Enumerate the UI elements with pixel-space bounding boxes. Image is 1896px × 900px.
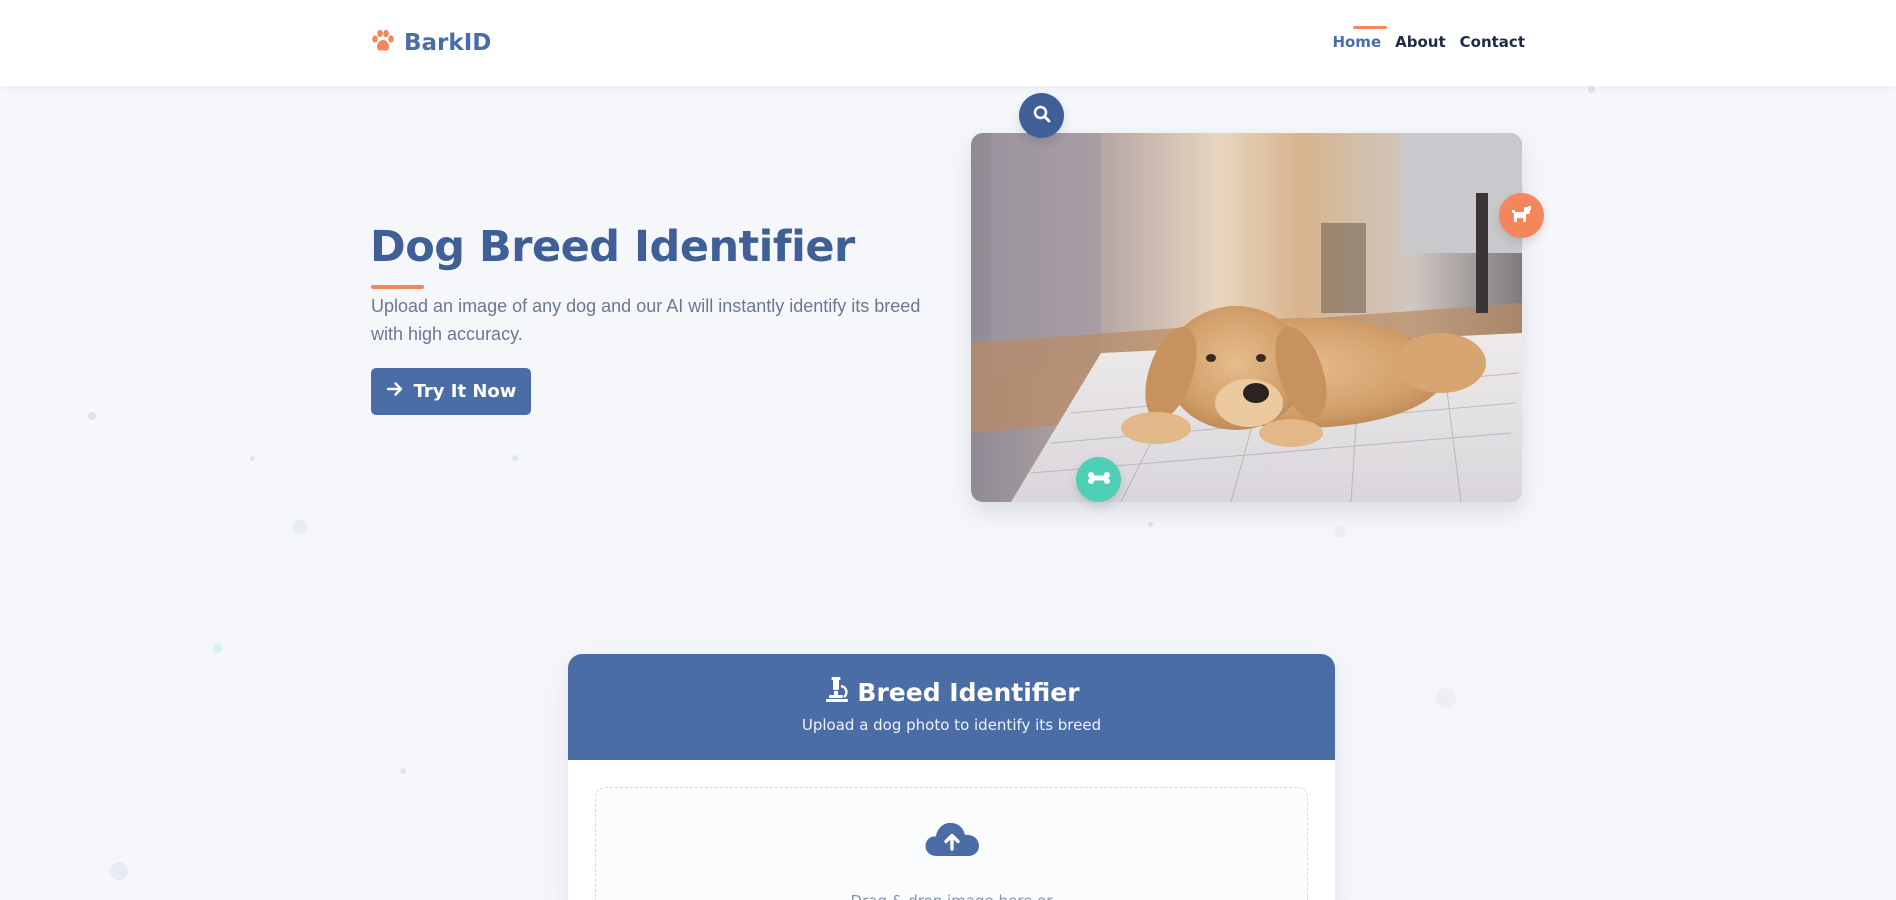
hero-title: Dog Breed Identifier [370, 222, 855, 272]
decorative-dot [1588, 86, 1595, 93]
decorative-dot [1334, 526, 1346, 538]
decorative-dot [88, 412, 96, 420]
nav-home[interactable]: Home [1332, 33, 1381, 51]
arrow-right-icon [386, 381, 404, 402]
breed-identifier-card: Breed Identifier Upload a dog photo to i… [568, 654, 1335, 900]
cloud-upload-icon [923, 816, 981, 862]
try-it-now-label: Try It Now [413, 381, 517, 402]
card-title: Breed Identifier [857, 677, 1080, 707]
decorative-dot [512, 455, 518, 461]
hero-dog-photo [971, 133, 1522, 502]
decorative-dot [1436, 688, 1456, 708]
nav-active-indicator [1353, 26, 1387, 29]
dropzone-text: Drag & drop image here or [596, 892, 1307, 900]
microscope-icon [823, 676, 851, 708]
decorative-dot [1148, 522, 1153, 527]
search-icon [1032, 104, 1052, 128]
hero-title-underline [371, 285, 424, 289]
card-subtitle: Upload a dog photo to identify its breed [801, 716, 1102, 734]
nav-about[interactable]: About [1395, 33, 1446, 51]
decorative-dot [293, 520, 307, 534]
search-badge [1019, 93, 1064, 138]
decorative-dot [110, 862, 128, 880]
image-dropzone[interactable]: Drag & drop image here or [595, 787, 1308, 900]
card-header: Breed Identifier Upload a dog photo to i… [568, 654, 1335, 760]
decorative-dot [250, 456, 255, 461]
hero-subtitle: Upload an image of any dog and our AI wi… [371, 296, 921, 344]
paw-icon [370, 28, 396, 58]
nav-contact[interactable]: Contact [1460, 33, 1525, 51]
dog-badge [1499, 193, 1544, 238]
decorative-dot [400, 768, 406, 774]
bone-badge [1076, 457, 1121, 502]
bone-icon [1087, 470, 1111, 489]
try-it-now-button[interactable]: Try It Now [371, 368, 531, 415]
logo[interactable]: BarkID [370, 28, 491, 58]
dog-icon [1511, 204, 1533, 228]
site-header: BarkID Home About Contact [0, 0, 1896, 86]
decorative-dot [213, 644, 222, 653]
logo-text: BarkID [404, 30, 492, 56]
main-nav: Home About Contact [1332, 33, 1525, 51]
